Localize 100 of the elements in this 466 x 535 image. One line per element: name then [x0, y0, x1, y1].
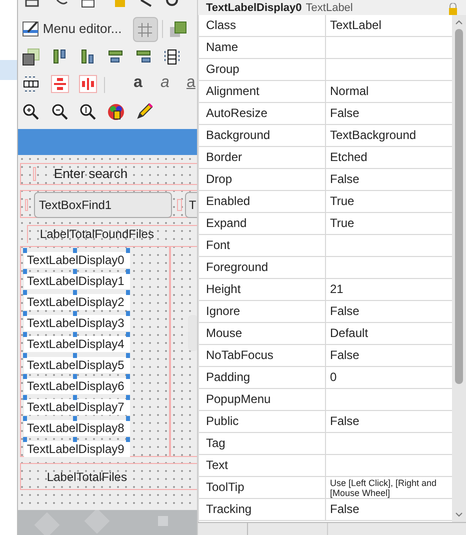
text-label[interactable]: TextLabelDisplay0: [24, 252, 130, 268]
resize-handle[interactable]: [72, 269, 77, 274]
resize-handle[interactable]: [72, 248, 77, 253]
property-name[interactable]: Group: [199, 59, 326, 80]
text-label[interactable]: TextLabelDisplay3: [24, 315, 130, 331]
text-label[interactable]: TextLabelDisplay8: [24, 420, 130, 436]
pencil-icon[interactable]: [134, 103, 153, 121]
zoom-in-icon[interactable]: [22, 103, 40, 121]
resize-handle[interactable]: [22, 353, 27, 358]
property-value[interactable]: Normal: [326, 81, 452, 102]
property-name[interactable]: Foreground: [199, 257, 326, 278]
resize-handle[interactable]: [126, 290, 130, 295]
resize-handle[interactable]: [126, 395, 130, 400]
resize-handle[interactable]: [22, 437, 27, 442]
property-value[interactable]: Etched: [326, 147, 452, 168]
property-value[interactable]: False: [326, 499, 452, 520]
resize-handle[interactable]: [72, 311, 77, 316]
zoom-out-icon[interactable]: [50, 103, 69, 121]
resize-handle[interactable]: [22, 311, 27, 316]
zoom-reset-icon[interactable]: [78, 103, 97, 121]
resize-handle[interactable]: [126, 437, 130, 442]
search-field[interactable]: TextBoxFind1: [34, 192, 172, 218]
distribute-horizontal-icon[interactable]: [22, 75, 40, 93]
property-name[interactable]: Border: [199, 147, 326, 168]
font-style-button[interactable]: a: [182, 73, 200, 93]
property-name[interactable]: ToolTip: [199, 477, 326, 498]
send-to-back-icon[interactable]: [22, 48, 40, 66]
property-name[interactable]: Name: [199, 37, 326, 58]
text-label[interactable]: TextLabelDisplay6: [24, 378, 130, 394]
property-value[interactable]: TextLabel: [326, 15, 452, 36]
resize-handle[interactable]: [72, 374, 77, 379]
text-label[interactable]: TextLabelDisplay7: [24, 399, 130, 415]
property-name[interactable]: Font: [199, 235, 326, 256]
property-name[interactable]: AutoResize: [199, 103, 326, 124]
property-value[interactable]: 21: [326, 279, 452, 300]
property-name[interactable]: Public: [199, 411, 326, 432]
property-value[interactable]: False: [326, 301, 452, 322]
property-name[interactable]: Class: [199, 15, 326, 36]
property-name[interactable]: Height: [199, 279, 326, 300]
property-name[interactable]: Expand: [199, 213, 326, 234]
text-label[interactable]: TextLabelDisplay1: [24, 273, 130, 289]
property-name[interactable]: Drop: [199, 169, 326, 190]
layers-icon[interactable]: [168, 20, 187, 38]
resize-handle[interactable]: [126, 332, 130, 337]
resize-handle[interactable]: [22, 374, 27, 379]
text-label[interactable]: TextLabelDisplay2: [24, 294, 130, 310]
resize-handle[interactable]: [72, 332, 77, 337]
property-name[interactable]: Background: [199, 125, 326, 146]
distribute-vertical-icon[interactable]: [162, 48, 181, 66]
property-name[interactable]: NoTabFocus: [199, 345, 326, 366]
resize-handle[interactable]: [126, 353, 130, 358]
palette-icon[interactable]: [106, 103, 125, 121]
text-label[interactable]: TextLabelDisplay5: [24, 357, 130, 373]
text-label[interactable]: TextLabelDisplay4: [24, 336, 130, 352]
text-label[interactable]: TextLabelDisplay9: [24, 441, 130, 457]
property-name[interactable]: Tag: [199, 433, 326, 454]
menu-editor-button[interactable]: Menu editor...: [22, 18, 122, 40]
property-name[interactable]: Text: [199, 455, 326, 476]
document-icon[interactable]: [80, 0, 96, 8]
property-value[interactable]: True: [326, 213, 452, 234]
resize-handle[interactable]: [72, 395, 77, 400]
resize-handle[interactable]: [126, 269, 130, 274]
font-style-button[interactable]: a: [156, 73, 174, 93]
property-name[interactable]: PopupMenu: [199, 389, 326, 410]
property-value[interactable]: False: [326, 411, 452, 432]
resize-handle[interactable]: [72, 416, 77, 421]
resize-handle[interactable]: [22, 332, 27, 337]
resize-handle[interactable]: [126, 248, 130, 253]
property-value[interactable]: False: [326, 169, 452, 190]
window-icon[interactable]: [24, 0, 40, 8]
center-vertical-icon[interactable]: [50, 75, 69, 93]
resize-handle[interactable]: [22, 248, 27, 253]
property-name[interactable]: Ignore: [199, 301, 326, 322]
resize-handle[interactable]: [22, 269, 27, 274]
property-name[interactable]: Padding: [199, 367, 326, 388]
refresh-icon[interactable]: [164, 0, 180, 8]
resize-handle[interactable]: [72, 290, 77, 295]
resize-handle[interactable]: [22, 395, 27, 400]
property-value[interactable]: False: [326, 103, 452, 124]
property-value[interactable]: Use [Left Click], [Right and [Mouse Wheel]: [326, 477, 452, 498]
scrollbar-thumb[interactable]: [455, 29, 463, 384]
property-value[interactable]: True: [326, 191, 452, 212]
resize-handle[interactable]: [22, 290, 27, 295]
center-horizontal-icon[interactable]: [78, 75, 97, 93]
resize-handle[interactable]: [126, 374, 130, 379]
text-field[interactable]: T: [184, 192, 197, 218]
property-value[interactable]: Default: [326, 323, 452, 344]
resize-handle[interactable]: [72, 353, 77, 358]
grid-toggle-button[interactable]: [132, 17, 158, 42]
resize-handle[interactable]: [72, 437, 77, 442]
property-name[interactable]: Mouse: [199, 323, 326, 344]
vertical-scrollbar[interactable]: [452, 15, 466, 522]
property-value[interactable]: TextBackground: [326, 125, 452, 146]
resize-handle[interactable]: [126, 416, 130, 421]
property-value[interactable]: False: [326, 345, 452, 366]
resize-handle[interactable]: [126, 311, 130, 316]
property-name[interactable]: Tracking: [199, 499, 326, 520]
property-name[interactable]: Enabled: [199, 191, 326, 212]
property-name[interactable]: Alignment: [199, 81, 326, 102]
resize-handle[interactable]: [22, 416, 27, 421]
